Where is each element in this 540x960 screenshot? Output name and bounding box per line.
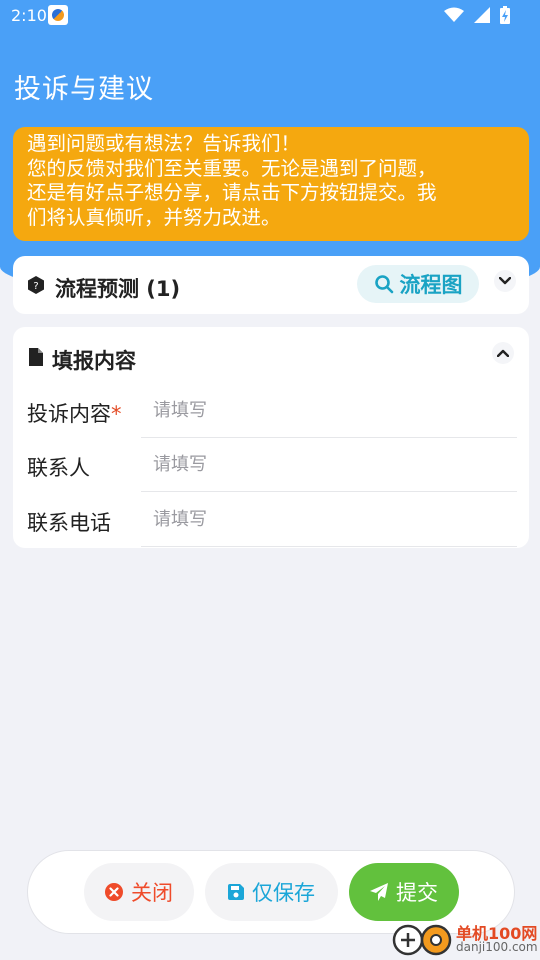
page-title: 投诉与建议 [14,74,154,105]
complaint-content-label-text: 投诉内容 [27,402,111,426]
complaint-content-row: 投诉内容* [13,384,529,438]
battery-icon [500,6,510,24]
contact-person-input[interactable] [141,438,517,492]
close-button[interactable]: 关闭 [84,863,194,921]
flow-chart-button-label: 流程图 [399,273,463,297]
form-card-title: 填报内容 [52,349,136,373]
watermark: 单机100网 danji100.com [392,918,540,960]
status-time: 2:10 [11,6,47,25]
flow-hexagon-icon: ? [28,276,44,294]
send-icon [370,883,388,901]
complaint-content-label: 投诉内容* [27,398,122,428]
notice-line: 遇到问题或有想法？告诉我们！ [27,132,301,155]
close-circle-icon [105,883,123,901]
chevron-down-icon [499,277,511,285]
close-button-label: 关闭 [131,881,173,905]
flow-prediction-card: ? 流程预测 (1) 流程图 [13,256,529,314]
save-only-button[interactable]: 仅保存 [205,863,338,921]
system-icons [444,6,510,24]
flow-card-title: 流程预测 (1) [55,277,181,301]
contact-person-label: 联系人 [27,456,90,480]
signal-icon [474,7,490,23]
expand-flow-button[interactable] [494,270,516,292]
app-notification-icon [48,5,68,25]
notice-line: 们将认真倾听，并努力改进。 [27,205,281,229]
collapse-form-button[interactable] [492,342,514,364]
search-icon [374,275,393,294]
submit-button[interactable]: 提交 [349,863,459,921]
flow-chart-button[interactable]: 流程图 [357,265,479,303]
chevron-up-icon [497,349,509,357]
document-icon [29,348,43,366]
save-icon [228,884,244,900]
contact-phone-input[interactable] [141,493,517,547]
wifi-icon [444,7,464,22]
required-mark: * [111,402,122,426]
contact-phone-label: 联系电话 [27,511,111,535]
contact-person-row: 联系人 [13,438,529,492]
svg-text:?: ? [33,281,38,292]
watermark-url: danji100.com [456,940,538,954]
notice-line: 您的反馈对我们至关重要。无论是遇到了问题， [27,156,437,180]
contact-phone-row: 联系电话 [13,493,529,547]
save-only-button-label: 仅保存 [252,881,315,905]
complaint-content-input[interactable] [141,384,517,438]
watermark-logo [392,924,452,956]
notice-banner: 遇到问题或有想法？告诉我们！ 您的反馈对我们至关重要。无论是遇到了问题， 还是有… [13,127,529,241]
status-bar: 2:10 [0,0,540,30]
notice-line: 还是有好点子想分享，请点击下方按钮提交。我 [27,181,437,204]
form-card: 填报内容 投诉内容* 联系人 联系电话 [13,327,529,548]
submit-button-label: 提交 [396,881,438,905]
